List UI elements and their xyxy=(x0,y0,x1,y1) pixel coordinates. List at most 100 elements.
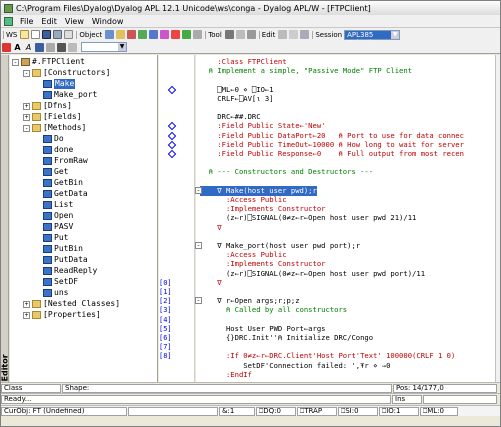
tree-item-setdf[interactable]: SetDF xyxy=(34,277,78,287)
namespace-select[interactable]: ▼ xyxy=(81,42,127,52)
tree-item-uns[interactable]: uns xyxy=(34,288,68,298)
fold-toggle-icon[interactable]: - xyxy=(195,297,202,305)
code-line[interactable]: ⍝ Implement a simple, "Passive Mode" FTP… xyxy=(200,66,412,76)
folder-icon xyxy=(32,69,41,77)
fold-toggle-icon[interactable]: - xyxy=(195,186,202,194)
collapse-icon[interactable]: - xyxy=(12,58,19,66)
tree-item-open[interactable]: Open xyxy=(34,211,73,221)
copy-icon[interactable] xyxy=(64,30,74,39)
vertical-scrollbar[interactable] xyxy=(495,55,500,382)
tree-item-putdata[interactable]: PutData xyxy=(34,255,88,265)
tree-item-label: Make_port xyxy=(54,90,98,99)
print-icon[interactable] xyxy=(53,30,63,39)
stop-marker-icon[interactable] xyxy=(167,140,177,150)
tree-item-done[interactable]: done xyxy=(34,145,73,155)
new-icon[interactable] xyxy=(31,30,41,39)
tool-icon-1[interactable] xyxy=(224,30,234,39)
open-icon[interactable] xyxy=(20,30,30,39)
tool-icon-3[interactable] xyxy=(246,30,256,39)
tool-icon-2[interactable] xyxy=(235,30,245,39)
function-icon xyxy=(43,91,52,99)
tree-item-pasv[interactable]: PASV xyxy=(34,222,73,232)
tree-item-make[interactable]: Make xyxy=(34,79,76,89)
tree-item-do[interactable]: Do xyxy=(34,134,64,144)
save-fn-icon[interactable] xyxy=(35,42,44,52)
status-trap: ⎕TRAP xyxy=(297,406,337,416)
object-icon-9[interactable] xyxy=(193,30,203,39)
code-line[interactable]: (z←r)⎕SIGNAL(0≠z←r←Open host user pwd po… xyxy=(200,269,425,279)
status-curobj: CurObj: FT (Undefined) xyxy=(1,406,127,416)
font-select[interactable]: APL385 Unicode ▼ xyxy=(344,29,401,47)
code-line[interactable]: CRLF←⎕AV[⍳ 3] xyxy=(200,94,273,104)
chevron-down-icon[interactable]: ▼ xyxy=(118,43,126,51)
object-icon-2[interactable] xyxy=(116,30,126,39)
code-line[interactable]: ⍝ Called by all constructors xyxy=(200,305,347,315)
expand-icon[interactable]: + xyxy=(23,102,30,110)
tree-item-methods[interactable]: - [Methods] xyxy=(23,123,86,133)
tree-item-fromraw[interactable]: FromRaw xyxy=(34,156,88,166)
cut-icon[interactable] xyxy=(278,30,288,39)
code-editor[interactable]: :Class FTPClient ⍝ Implement a simple, "… xyxy=(196,55,496,382)
editor-side-tab[interactable]: Editor xyxy=(1,55,10,382)
edit-tool-icon-1[interactable] xyxy=(2,42,11,52)
menu-file[interactable]: File xyxy=(16,17,37,26)
code-line[interactable]: :Field Public Response←0 ⍝ Full output f… xyxy=(200,149,464,159)
system-menu-icon[interactable] xyxy=(4,16,13,26)
stop-marker-icon[interactable] xyxy=(167,131,177,140)
tree-item-putbin[interactable]: PutBin xyxy=(34,244,83,254)
code-line[interactable]: ⍝ --- Constructors and Destructors --- xyxy=(200,167,373,177)
tree-item-dfns[interactable]: + [Dfns] xyxy=(23,101,72,111)
tree-item-nested-classes[interactable]: + [Nested Classes] xyxy=(23,299,120,309)
menu-view[interactable]: View xyxy=(61,17,88,26)
menu-window[interactable]: Window xyxy=(88,17,128,26)
expand-icon[interactable]: + xyxy=(23,300,30,308)
edit-group-label: Edit xyxy=(258,30,278,39)
stop-marker-icon[interactable] xyxy=(167,85,177,94)
object-icon-7[interactable] xyxy=(171,30,181,39)
object-icon-8[interactable] xyxy=(182,30,192,39)
expand-icon[interactable]: + xyxy=(23,113,30,121)
tree-item-get[interactable]: Get xyxy=(34,167,68,177)
tree-item-fields[interactable]: + [Fields] xyxy=(23,112,82,122)
edit-tool-icon-3[interactable] xyxy=(57,42,66,52)
paste-icon[interactable] xyxy=(289,30,299,39)
code-line[interactable]: (z←r)⎕SIGNAL(0≠z←r←Open host user pwd 21… xyxy=(200,213,416,223)
chevron-down-icon[interactable]: ▼ xyxy=(391,30,400,39)
edit-tool-icon-2[interactable] xyxy=(46,42,55,52)
fold-toggle-icon[interactable]: - xyxy=(195,242,202,249)
tree-item-properties[interactable]: + [Properties] xyxy=(23,310,101,320)
line-number: [8] xyxy=(159,352,172,361)
tree-item-label: #.FTPClient xyxy=(32,57,85,66)
tree-item-put[interactable]: Put xyxy=(34,233,68,243)
collapse-icon[interactable]: - xyxy=(23,124,30,132)
tree-item-list[interactable]: List xyxy=(34,200,73,210)
object-icon-6[interactable] xyxy=(160,30,170,39)
tree-item-constructors[interactable]: - [Constructors] xyxy=(23,68,110,78)
code-line[interactable]: :EndIf xyxy=(200,370,252,380)
code-line[interactable]: {}DRC.Init''⍝ Initialize DRC/Congo xyxy=(200,333,373,343)
stop-marker-icon[interactable] xyxy=(167,122,177,131)
function-icon xyxy=(43,146,52,154)
object-icon-1[interactable] xyxy=(105,30,115,39)
tree-item-make-port[interactable]: Make_port xyxy=(34,90,97,100)
code-line[interactable]: ∇ xyxy=(200,278,221,288)
tree-item-getdata[interactable]: GetData xyxy=(34,189,88,199)
code-line[interactable]: ∇ xyxy=(200,223,221,233)
tree-item-ftpclient[interactable]: - #.FTPClient xyxy=(12,57,85,67)
stop-marker-icon[interactable] xyxy=(167,149,177,159)
expand-icon[interactable]: + xyxy=(23,311,30,319)
tree-item-readreply[interactable]: ReadReply xyxy=(34,266,97,276)
collapse-icon[interactable]: - xyxy=(23,69,30,77)
object-icon-4[interactable] xyxy=(138,30,148,39)
edit-tool-icon-4[interactable] xyxy=(68,42,77,52)
menu-bar: File Edit View Window xyxy=(1,15,500,28)
find-icon[interactable] xyxy=(300,30,310,39)
tree-item-getbin[interactable]: GetBin xyxy=(34,178,83,188)
italic-a-button[interactable]: A xyxy=(24,43,33,52)
tree-item-label: Put xyxy=(54,233,69,242)
save-icon[interactable] xyxy=(42,30,52,39)
menu-edit[interactable]: Edit xyxy=(37,17,61,26)
bold-a-button[interactable]: A xyxy=(13,43,22,52)
object-icon-3[interactable] xyxy=(127,30,137,39)
object-icon-5[interactable] xyxy=(149,30,159,39)
